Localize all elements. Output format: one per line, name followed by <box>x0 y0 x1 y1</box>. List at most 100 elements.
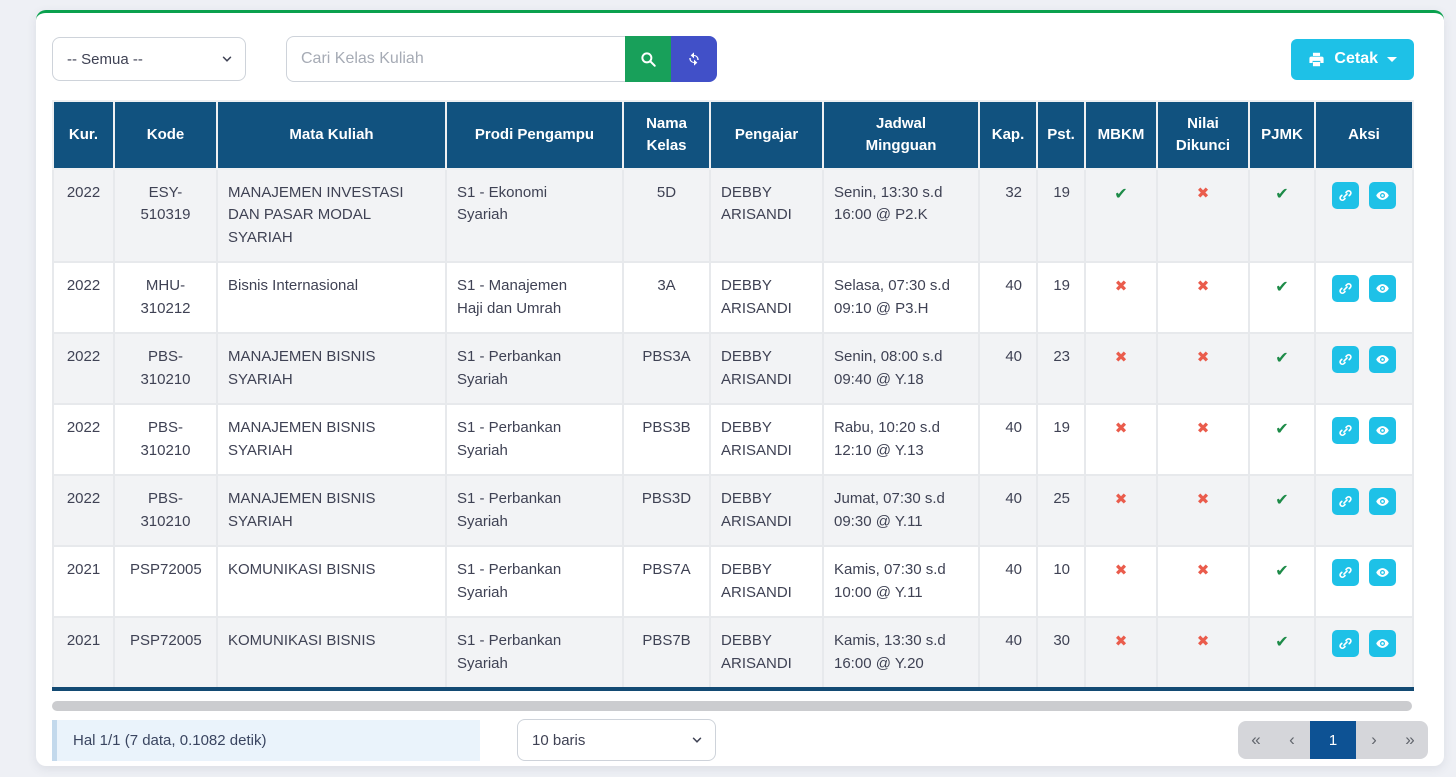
cell-kurikulum: 2022 <box>53 404 114 475</box>
link-button[interactable] <box>1332 417 1359 444</box>
pagination-next-button[interactable]: › <box>1356 721 1392 759</box>
cell-nilai-dikunci: ✖ <box>1157 262 1249 333</box>
cell-nama-kelas: PBS3D <box>623 475 710 546</box>
pagination-last-button[interactable]: » <box>1392 721 1428 759</box>
cross-icon: ✖ <box>1115 419 1128 437</box>
column-header-pst: Pst. <box>1037 101 1085 169</box>
cross-icon: ✖ <box>1115 561 1128 579</box>
view-button[interactable] <box>1369 488 1396 515</box>
view-button[interactable] <box>1369 346 1396 373</box>
table-row: 2022MHU-310212Bisnis InternasionalS1 - M… <box>53 262 1413 333</box>
cell-kode: PBS-310210 <box>114 475 217 546</box>
caret-down-icon <box>1387 57 1397 62</box>
cell-peserta: 10 <box>1037 546 1085 617</box>
cell-mata-kuliah: MANAJEMEN INVESTASI DAN PASAR MODAL SYAR… <box>217 169 446 263</box>
cell-mbkm: ✖ <box>1085 404 1157 475</box>
cell-mata-kuliah: Bisnis Internasional <box>217 262 446 333</box>
page-summary: Hal 1/1 (7 data, 0.1082 detik) <box>52 720 480 761</box>
cross-icon: ✖ <box>1115 348 1128 366</box>
view-button[interactable] <box>1369 182 1396 209</box>
check-icon: ✔ <box>1275 632 1288 651</box>
print-button[interactable]: Cetak <box>1291 39 1414 80</box>
pagination-page-1-button[interactable]: 1 <box>1310 721 1356 759</box>
cell-kode: ESY-510319 <box>114 169 217 263</box>
cell-pengajar: DEBBY ARISANDI <box>710 475 823 546</box>
cell-kurikulum: 2022 <box>53 333 114 404</box>
cross-icon: ✖ <box>1115 277 1128 295</box>
column-header-mbkm: MBKM <box>1085 101 1157 169</box>
cell-prodi-pengampu: S1 - Perbankan Syariah <box>446 404 623 475</box>
column-header-nilai-dikunci: Nilai Dikunci <box>1157 101 1249 169</box>
cross-icon: ✖ <box>1197 277 1210 295</box>
column-header-prodi-pengampu: Prodi Pengampu <box>446 101 623 169</box>
cell-mbkm: ✖ <box>1085 262 1157 333</box>
cell-prodi-pengampu: S1 - Perbankan Syariah <box>446 333 623 404</box>
view-button[interactable] <box>1369 417 1396 444</box>
printer-icon <box>1308 51 1325 68</box>
cell-nilai-dikunci: ✖ <box>1157 169 1249 263</box>
link-icon <box>1338 636 1353 651</box>
page-size-select-wrap: 10 baris <box>517 719 716 761</box>
pagination-prev-button[interactable]: ‹ <box>1274 721 1310 759</box>
table-footer: Hal 1/1 (7 data, 0.1082 detik) 10 baris … <box>52 719 1428 761</box>
eye-icon <box>1375 494 1390 509</box>
link-icon <box>1338 565 1353 580</box>
cross-icon: ✖ <box>1197 561 1210 579</box>
link-button[interactable] <box>1332 182 1359 209</box>
search-button[interactable] <box>625 36 671 82</box>
cell-aksi <box>1315 546 1413 617</box>
course-table: Kur.KodeMata KuliahProdi PengampuNama Ke… <box>52 100 1414 691</box>
cell-aksi <box>1315 475 1413 546</box>
eye-icon <box>1375 636 1390 651</box>
cell-kapasitas: 40 <box>979 262 1037 333</box>
view-button[interactable] <box>1369 630 1396 657</box>
search-input[interactable] <box>286 36 625 82</box>
cell-mbkm: ✖ <box>1085 333 1157 404</box>
cell-peserta: 19 <box>1037 169 1085 263</box>
cell-nama-kelas: PBS3A <box>623 333 710 404</box>
cell-kapasitas: 32 <box>979 169 1037 263</box>
eye-icon <box>1375 423 1390 438</box>
cell-nilai-dikunci: ✖ <box>1157 475 1249 546</box>
pagination-first-button[interactable]: « <box>1238 721 1274 759</box>
cell-pengajar: DEBBY ARISANDI <box>710 404 823 475</box>
cell-kurikulum: 2021 <box>53 617 114 689</box>
view-button[interactable] <box>1369 275 1396 302</box>
cell-kode: PSP72005 <box>114 546 217 617</box>
cell-kurikulum: 2021 <box>53 546 114 617</box>
link-button[interactable] <box>1332 346 1359 373</box>
cell-pengajar: DEBBY ARISANDI <box>710 262 823 333</box>
link-button[interactable] <box>1332 488 1359 515</box>
check-icon: ✔ <box>1275 419 1288 438</box>
cell-jadwal-mingguan: Senin, 13:30 s.d 16:00 @ P2.K <box>823 169 979 263</box>
link-icon <box>1338 494 1353 509</box>
link-button[interactable] <box>1332 275 1359 302</box>
filter-select[interactable]: -- Semua -- <box>52 37 246 81</box>
check-icon: ✔ <box>1275 184 1288 203</box>
cell-aksi <box>1315 333 1413 404</box>
view-button[interactable] <box>1369 559 1396 586</box>
refresh-icon <box>686 51 702 67</box>
cell-mata-kuliah: KOMUNIKASI BISNIS <box>217 546 446 617</box>
cell-jadwal-mingguan: Kamis, 07:30 s.d 10:00 @ Y.11 <box>823 546 979 617</box>
cross-icon: ✖ <box>1115 490 1128 508</box>
cell-prodi-pengampu: S1 - Perbankan Syariah <box>446 475 623 546</box>
table-row: 2022PBS-310210MANAJEMEN BISNIS SYARIAHS1… <box>53 333 1413 404</box>
table-row: 2021PSP72005KOMUNIKASI BISNISS1 - Perban… <box>53 617 1413 689</box>
cell-nilai-dikunci: ✖ <box>1157 546 1249 617</box>
link-icon <box>1338 423 1353 438</box>
page-size-select[interactable]: 10 baris <box>517 719 716 761</box>
cell-mbkm: ✖ <box>1085 475 1157 546</box>
table-header-row: Kur.KodeMata KuliahProdi PengampuNama Ke… <box>53 101 1413 169</box>
cell-nilai-dikunci: ✖ <box>1157 404 1249 475</box>
link-button[interactable] <box>1332 630 1359 657</box>
link-button[interactable] <box>1332 559 1359 586</box>
refresh-button[interactable] <box>671 36 717 82</box>
table-row: 2021PSP72005KOMUNIKASI BISNISS1 - Perban… <box>53 546 1413 617</box>
cell-pengajar: DEBBY ARISANDI <box>710 617 823 689</box>
cell-kapasitas: 40 <box>979 333 1037 404</box>
horizontal-scrollbar[interactable] <box>52 701 1412 711</box>
eye-icon <box>1375 188 1390 203</box>
cell-kapasitas: 40 <box>979 475 1037 546</box>
cell-pjmk: ✔ <box>1249 333 1315 404</box>
